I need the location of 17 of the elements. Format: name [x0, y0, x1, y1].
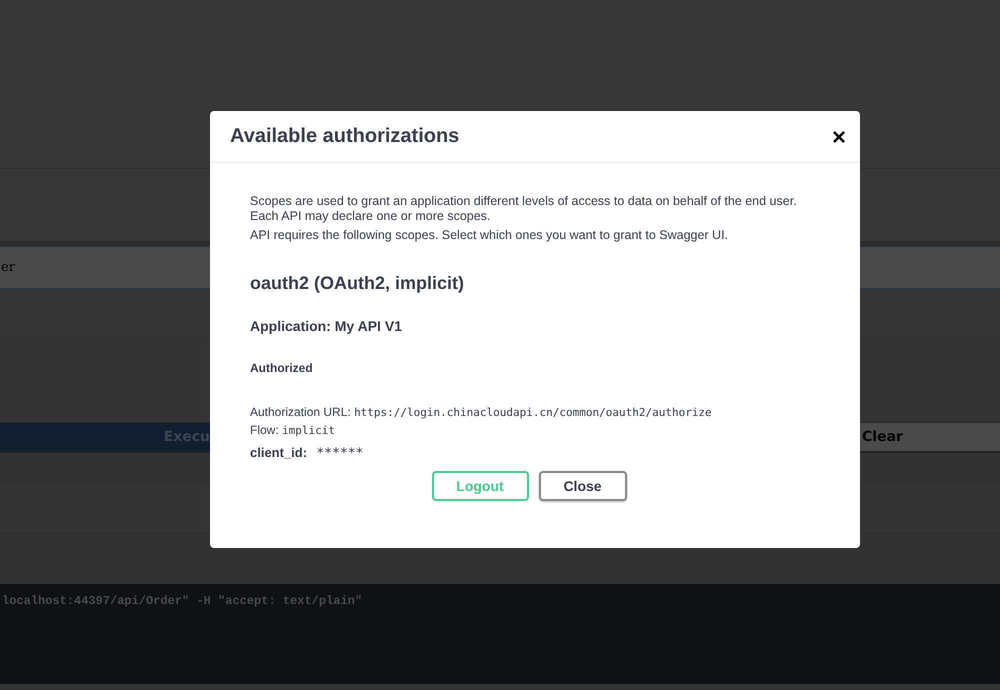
- status-text: Authorized: [250, 361, 314, 375]
- curl-command: localhost:44397/api/Order" -H "accept: text/plain": [2, 594, 362, 608]
- scheme-title: oauth2 (OAuth2, implicit): [250, 273, 465, 294]
- application-name: Application: My API V1: [250, 318, 403, 334]
- client-id-value: ******: [316, 446, 364, 461]
- description-text: Scopes are used to grant an application different levels of access to data on behalf of the end user. Each API may declare one or more scopes.: [250, 194, 798, 224]
- client-id-label: client_id:: [250, 445, 308, 460]
- flow-label: Flow:: [250, 423, 279, 437]
- input-text: er: [1, 260, 15, 275]
- close-icon[interactable]: [833, 130, 845, 142]
- close-button[interactable]: Close: [538, 471, 626, 501]
- logout-button[interactable]: Logout: [432, 471, 528, 501]
- url-text: https://login.chinacloudapi.cn/common/oauth2/authorize: [354, 406, 712, 419]
- description-text: API requires the following scopes. Select which ones you want to grant to Swagger UI.: [250, 228, 730, 243]
- url-label: Authorization URL:: [250, 405, 351, 419]
- dialog-title: Available authorizations: [230, 125, 460, 148]
- flow-text: implicit: [282, 424, 335, 437]
